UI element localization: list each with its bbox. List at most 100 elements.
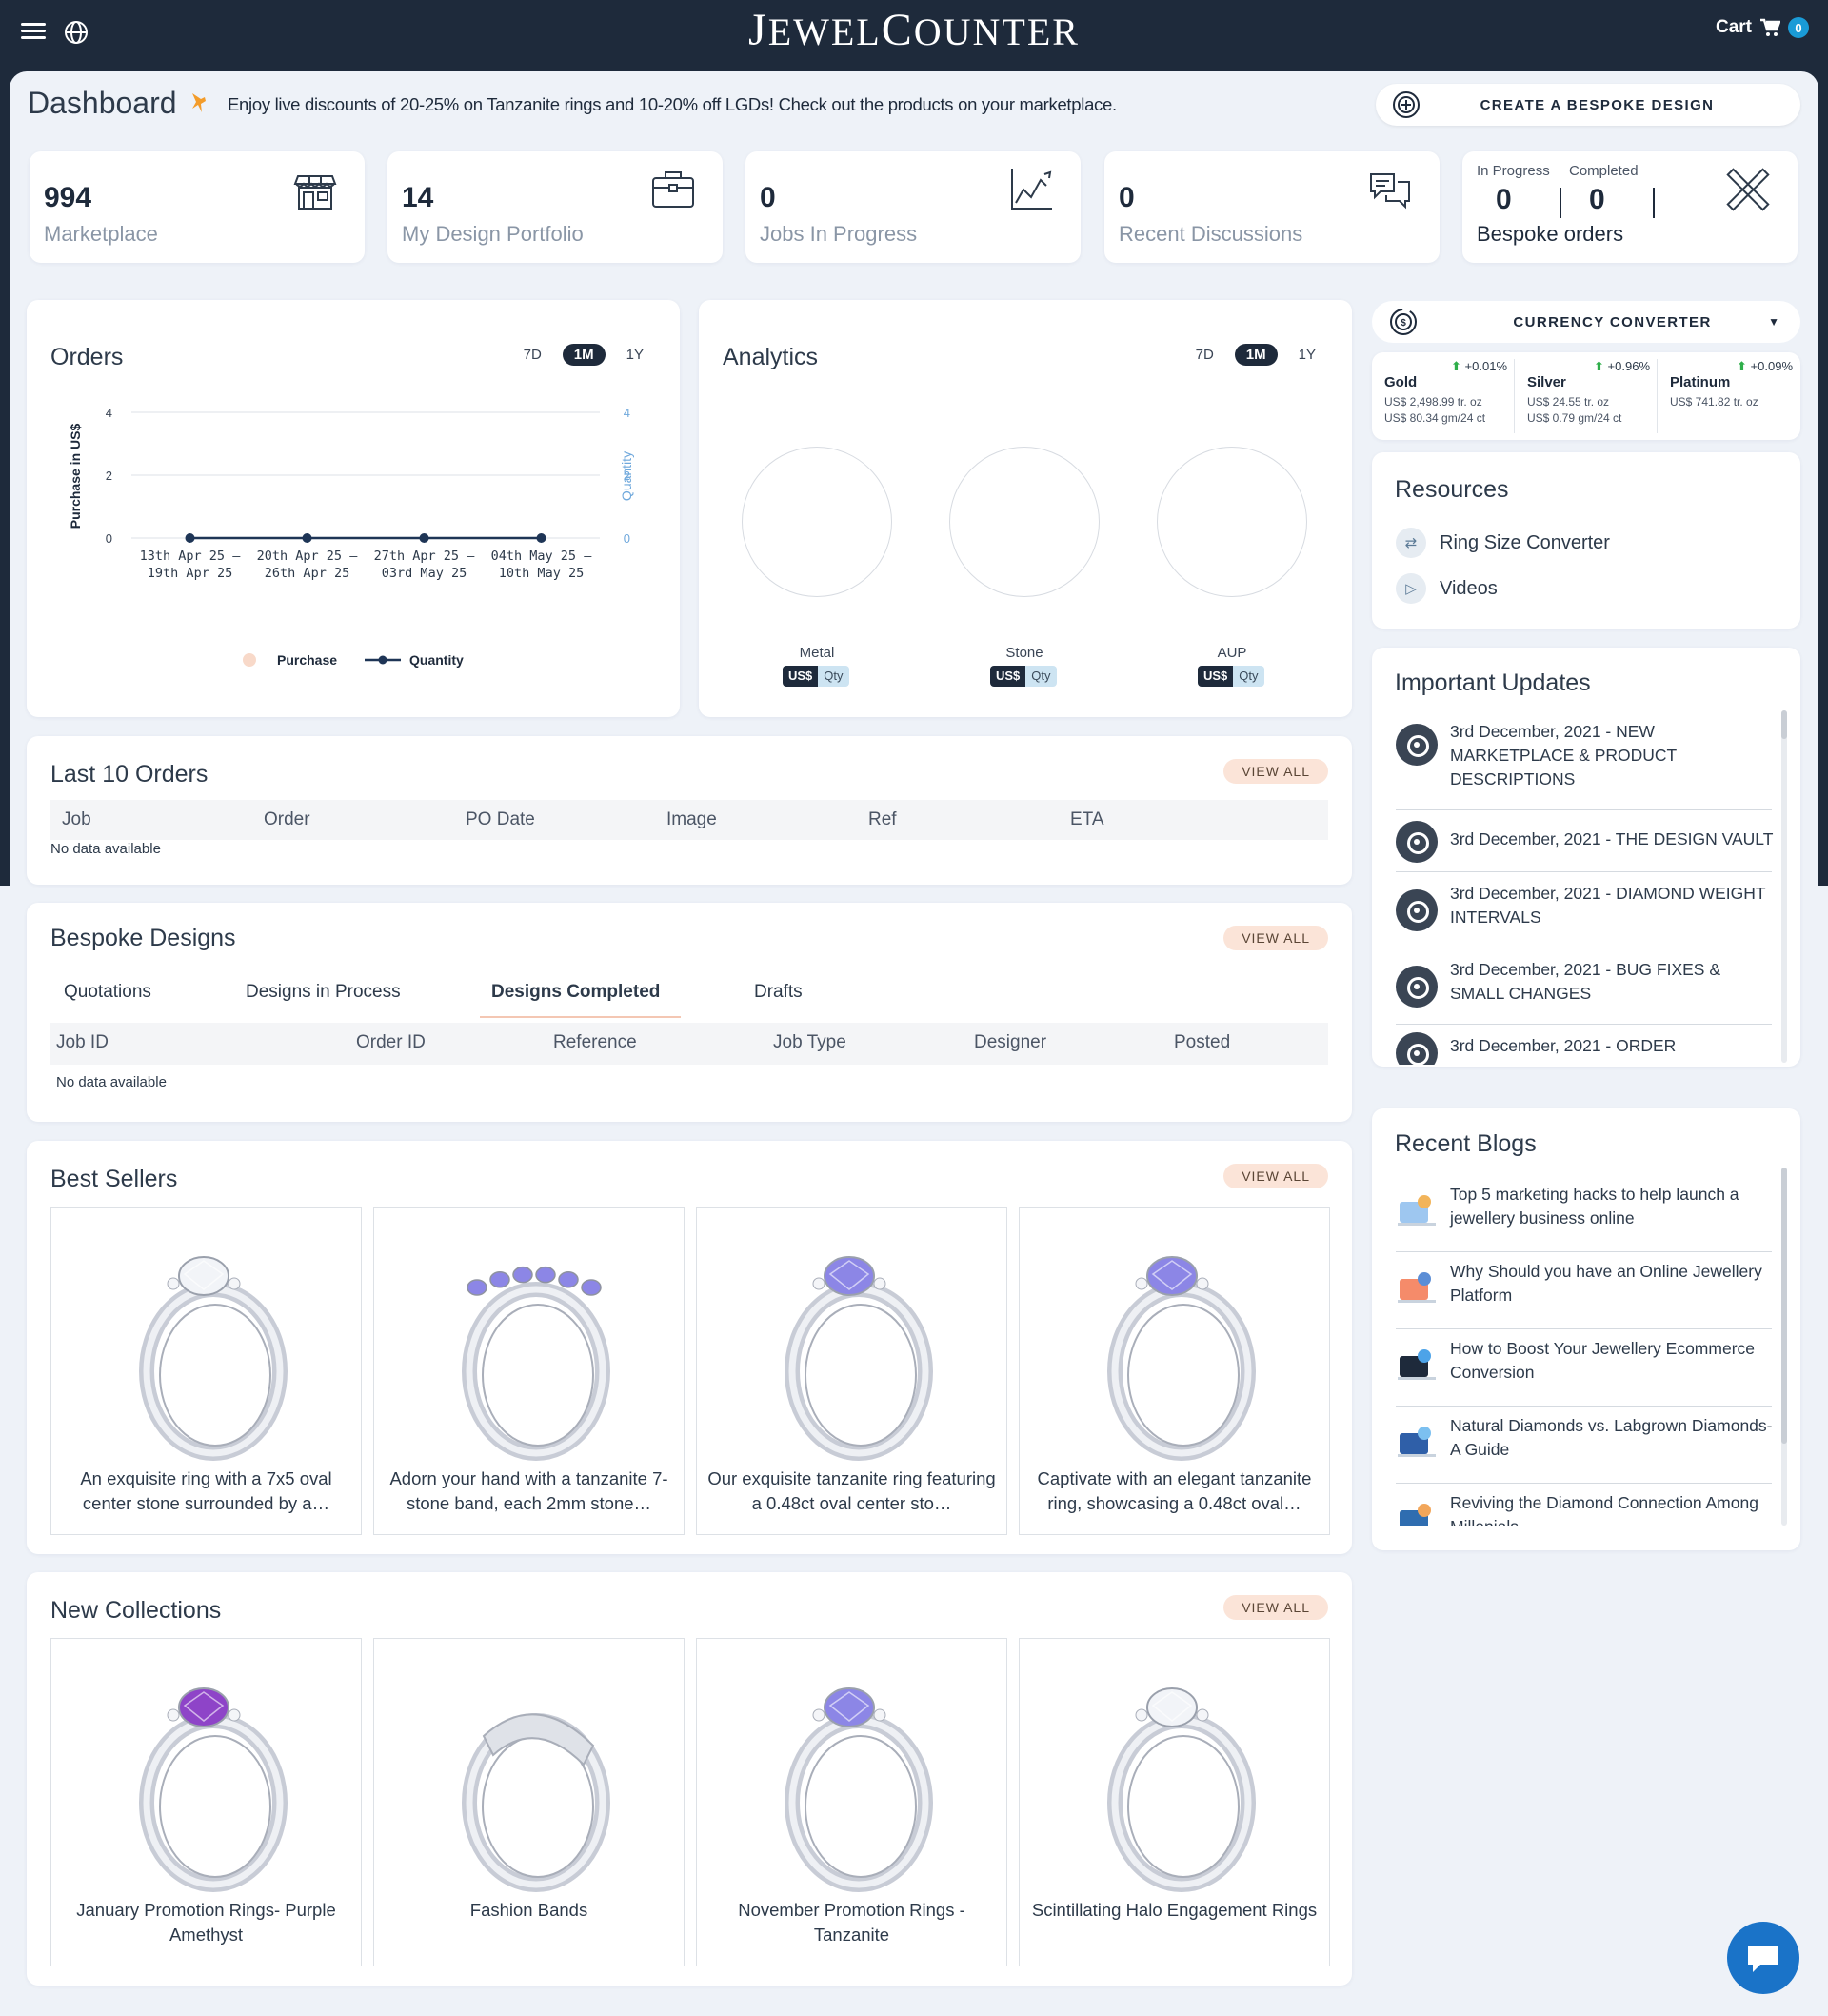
qty-toggle[interactable]: Qty	[1233, 666, 1264, 687]
range-1m[interactable]: 1M	[562, 344, 606, 366]
tab-drafts[interactable]: Drafts	[754, 982, 803, 1003]
menu-icon[interactable]	[21, 19, 46, 42]
x-tick-label: 19th Apr 25	[148, 566, 232, 581]
cart-button[interactable]: Cart 0	[1716, 17, 1809, 38]
tab-designs-in-process[interactable]: Designs in Process	[246, 982, 401, 1003]
update-item[interactable]: 3rd December, 2021 - ORDER	[1396, 1025, 1772, 1065]
usd-toggle[interactable]: US$	[990, 666, 1026, 687]
metal-price-platinum: ⬆ +0.09% Platinum US$ 741.82 tr. oz	[1658, 357, 1800, 435]
col-order-id[interactable]: Order ID	[356, 1032, 426, 1053]
page-title: Dashboard	[28, 86, 177, 120]
ring-image	[462, 1713, 610, 1892]
update-item[interactable]: 3rd December, 2021 - NEW MARKETPLACE & P…	[1396, 712, 1772, 810]
update-item[interactable]: 3rd December, 2021 - THE DESIGN VAULT	[1396, 810, 1773, 872]
empty-message: No data available	[56, 1074, 167, 1090]
y-tick-label: 4	[106, 406, 112, 420]
stat-card-design-portfolio[interactable]: 14 My Design Portfolio	[387, 151, 723, 263]
legend-quantity[interactable]: Quantity	[364, 651, 464, 669]
quantity-point[interactable]	[302, 533, 312, 543]
recent-blogs-title: Recent Blogs	[1395, 1130, 1537, 1157]
product-card[interactable]: Fashion Bands	[373, 1638, 685, 1966]
ring-size-converter-link[interactable]: ⇄ Ring Size Converter	[1396, 528, 1610, 558]
product-card[interactable]: Adorn your hand with a tanzanite 7-stone…	[373, 1207, 685, 1535]
metal-label: Metal	[799, 645, 835, 661]
create-bespoke-design-label: CREATE A BESPOKE DESIGN	[1480, 96, 1715, 113]
blog-item[interactable]: How to Boost Your Jewellery Ecommerce Co…	[1396, 1329, 1772, 1407]
stat-card-recent-discussions[interactable]: 0 Recent Discussions	[1104, 151, 1440, 263]
blog-item[interactable]: Natural Diamonds vs. Labgrown Diamonds- …	[1396, 1407, 1772, 1484]
target-icon	[1396, 889, 1438, 931]
quantity-point[interactable]	[536, 533, 546, 543]
update-item[interactable]: 3rd December, 2021 - DIAMOND WEIGHT INTE…	[1396, 872, 1772, 948]
product-card[interactable]: Scintillating Halo Engagement Rings	[1019, 1638, 1330, 1966]
legend-purchase[interactable]: Purchase	[241, 651, 337, 669]
blog-item[interactable]: Top 5 marketing hacks to help launch a j…	[1396, 1175, 1772, 1252]
updates-scrollbar[interactable]	[1781, 710, 1787, 1063]
product-card[interactable]: Our exquisite tanzanite ring featuring a…	[696, 1207, 1007, 1535]
product-card[interactable]: January Promotion Rings- Purple Amethyst	[50, 1638, 362, 1966]
ring-image	[1107, 1687, 1256, 1892]
logo[interactable]: JEWELCOUNTER	[0, 4, 1828, 56]
new-collections-view-all-button[interactable]: VIEW ALL	[1223, 1595, 1328, 1620]
range-7d[interactable]: 7D	[516, 344, 549, 366]
videos-link[interactable]: ▷ Videos	[1396, 573, 1498, 604]
quantity-point[interactable]	[185, 533, 195, 543]
update-title: 3rd December, 2021 - BUG FIXES & SMALL C…	[1450, 960, 1721, 1003]
bespoke-designs-title: Bespoke Designs	[50, 925, 236, 951]
product-card[interactable]: Captivate with an elegant tanzanite ring…	[1019, 1207, 1330, 1535]
col-job-type[interactable]: Job Type	[773, 1032, 846, 1053]
stat-card-jobs-in-progress[interactable]: 0 Jobs In Progress	[745, 151, 1081, 263]
currency-converter-toggle[interactable]: $ CURRENCY CONVERTER ▼	[1372, 301, 1800, 343]
stat-card-marketplace[interactable]: 994 Marketplace	[30, 151, 365, 263]
col-image[interactable]: Image	[666, 809, 717, 830]
blog-item[interactable]: Reviving the Diamond Connection Among Mi…	[1396, 1484, 1772, 1526]
chat-button[interactable]	[1727, 1922, 1799, 1994]
col-reference[interactable]: Reference	[553, 1032, 637, 1053]
col-posted[interactable]: Posted	[1174, 1032, 1230, 1053]
col-ref[interactable]: Ref	[868, 809, 897, 830]
quantity-point[interactable]	[419, 533, 429, 543]
range-7d[interactable]: 7D	[1188, 344, 1222, 366]
blog-item[interactable]: Why Should you have an Online Jewellery …	[1396, 1252, 1772, 1329]
tab-quotations[interactable]: Quotations	[64, 982, 151, 1003]
col-designer[interactable]: Designer	[974, 1032, 1046, 1053]
blog-title: Reviving the Diamond Connection Among Mi…	[1450, 1493, 1758, 1526]
range-1y[interactable]: 1Y	[619, 344, 651, 366]
col-job-id[interactable]: Job ID	[56, 1032, 109, 1053]
price-change: ⬆ +0.01%	[1451, 359, 1507, 374]
usd-toggle[interactable]: US$	[1198, 666, 1234, 687]
ring-image	[785, 1256, 933, 1461]
stat-label: Marketplace	[44, 222, 158, 246]
col-job[interactable]: Job	[62, 809, 91, 830]
globe-icon[interactable]	[63, 19, 89, 46]
target-icon	[1396, 966, 1438, 1008]
x-tick-label: 13th Apr 25 –	[140, 549, 242, 564]
tab-designs-completed[interactable]: Designs Completed	[491, 982, 660, 1003]
best-sellers-view-all-button[interactable]: VIEW ALL	[1223, 1164, 1328, 1188]
bespoke-designs-view-all-button[interactable]: VIEW ALL	[1223, 926, 1328, 950]
qty-toggle[interactable]: Qty	[818, 666, 849, 687]
range-1m[interactable]: 1M	[1234, 344, 1278, 366]
x-tick-label: 27th Apr 25 –	[374, 549, 476, 564]
blogs-scrollbar[interactable]	[1781, 1168, 1787, 1526]
product-card[interactable]: An exquisite ring with a 7x5 oval center…	[50, 1207, 362, 1535]
stat-value: 0	[1119, 182, 1135, 213]
svg-text:$: $	[1401, 318, 1406, 329]
product-card[interactable]: November Promotion Rings - Tanzanite	[696, 1638, 1007, 1966]
range-1y[interactable]: 1Y	[1291, 344, 1323, 366]
plus-circle-icon	[1393, 91, 1420, 118]
col-po-date[interactable]: PO Date	[466, 809, 535, 830]
stat-card-bespoke-orders[interactable]: In Progress Completed 0 0 Bespoke orders	[1462, 151, 1798, 263]
ring-image	[139, 1256, 288, 1461]
new-collections-title: New Collections	[50, 1597, 222, 1624]
target-icon	[1396, 820, 1438, 863]
qty-toggle[interactable]: Qty	[1025, 666, 1057, 687]
briefcase-icon	[652, 171, 694, 208]
create-bespoke-design-button[interactable]: CREATE A BESPOKE DESIGN	[1376, 84, 1800, 126]
col-order[interactable]: Order	[264, 809, 310, 830]
ring-image	[462, 1266, 610, 1461]
col-eta[interactable]: ETA	[1070, 809, 1104, 830]
update-item[interactable]: 3rd December, 2021 - BUG FIXES & SMALL C…	[1396, 948, 1772, 1025]
usd-toggle[interactable]: US$	[783, 666, 819, 687]
last-orders-view-all-button[interactable]: VIEW ALL	[1223, 759, 1328, 784]
